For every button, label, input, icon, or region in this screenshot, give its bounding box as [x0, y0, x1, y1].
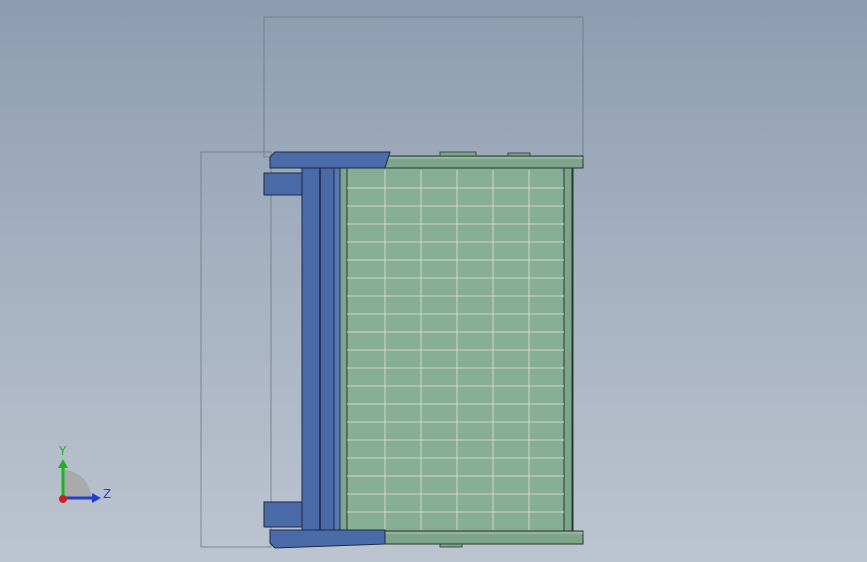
bottom-flange [263, 501, 303, 528]
y-axis-arrow [58, 459, 68, 468]
top-dimension-box [263, 16, 584, 158]
bottom-bracket [269, 529, 386, 549]
z-axis-label: Z [103, 487, 111, 501]
frame-post-main [301, 167, 321, 531]
frame-post-edge [333, 167, 341, 531]
screen-mesh [347, 170, 564, 530]
left-dimension-box [200, 151, 272, 548]
top-rail[interactable] [384, 151, 584, 169]
top-flange [263, 172, 303, 196]
model-viewport[interactable]: Y Z [0, 0, 867, 562]
top-bracket [269, 151, 391, 169]
bottom-rail[interactable] [384, 530, 584, 548]
axis-triad[interactable]: Y Z [58, 444, 111, 503]
x-axis-dot [59, 495, 67, 503]
z-axis-arrow [92, 493, 101, 503]
frame-post-inner [319, 167, 335, 531]
y-axis-label: Y [58, 444, 67, 458]
triad-quadrant [63, 470, 91, 498]
screen-panel[interactable] [338, 167, 574, 532]
